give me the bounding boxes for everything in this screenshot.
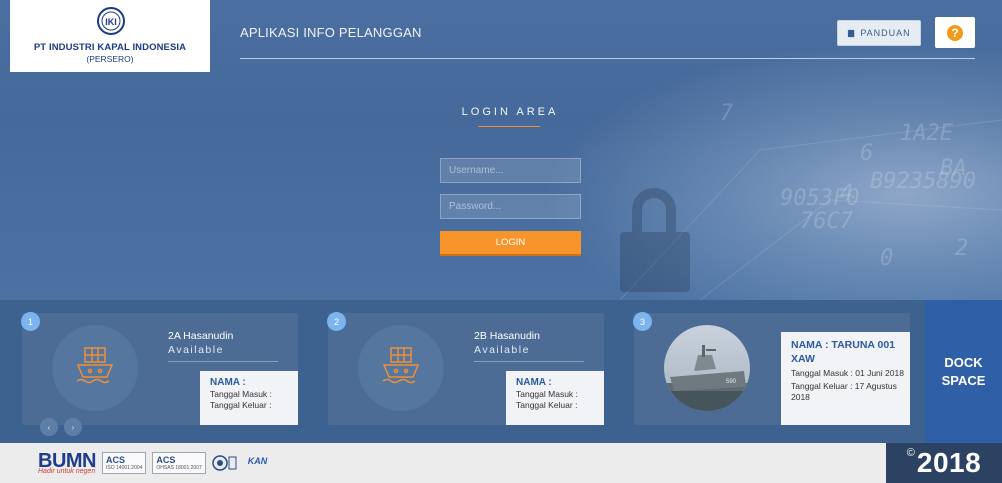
- username-input[interactable]: [440, 158, 581, 183]
- svg-text:0: 0: [880, 246, 893, 271]
- carousel-next-button[interactable]: ›: [64, 418, 82, 436]
- bumn-logo: BUMN Hadir untuk negeri: [38, 449, 97, 475]
- acs-cert-badge-2: ACS OHSAS 18001:2007: [152, 452, 206, 474]
- dock-ship-name: NAMA : TARUNA 001 XAW: [791, 339, 896, 365]
- cert-standard: ISO 14001:2004: [106, 465, 143, 471]
- dock-status-strip: 1 2A Hasanudin Available NAMA : Tanggal: [0, 300, 1002, 443]
- svg-text:590: 590: [726, 379, 737, 385]
- dock-card-number: 2: [327, 312, 346, 331]
- dock-exit-date: Tanggal Keluar : 17 Agustus 2018: [791, 381, 897, 402]
- password-input[interactable]: [440, 194, 581, 219]
- cargo-ship-icon: [76, 347, 114, 384]
- header-divider: [240, 58, 975, 59]
- logo-emblem-text: IKI: [105, 17, 117, 27]
- svg-text:76C7: 76C7: [800, 209, 854, 234]
- cert-standard: OHSAS 18001:2007: [156, 465, 202, 471]
- dock-space-panel[interactable]: DOCK SPACE: [925, 300, 1002, 443]
- dock-info-box: NAMA : Tanggal Masuk : Tanggal Keluar :: [506, 371, 604, 425]
- certification-logos: BUMN Hadir untuk negeri ACS ISO 14001:20…: [38, 450, 267, 476]
- dock-card-number: 3: [633, 312, 652, 331]
- dock-status: Available: [168, 344, 224, 356]
- app-title: APLIKASI INFO PELANGGAN: [240, 25, 422, 40]
- svg-text:BA: BA: [940, 156, 967, 181]
- warship-image: 590: [664, 325, 750, 411]
- login-button[interactable]: LOGIN: [440, 231, 581, 256]
- kan-logo-subtext: [248, 466, 268, 471]
- copyright-symbol: ©: [906, 447, 915, 459]
- company-subtitle: (PERSERO): [86, 54, 134, 64]
- guide-button-label: PANDUAN: [860, 28, 911, 38]
- dock-status: Available: [474, 344, 530, 356]
- dock-exit-date: Tanggal Keluar :: [516, 400, 578, 410]
- svg-text:7: 7: [720, 101, 734, 126]
- dock-ship-name: NAMA :: [516, 377, 552, 388]
- dock-icon-circle: [358, 325, 444, 411]
- ukas-cert-icon: [211, 455, 237, 471]
- carousel-prev-button[interactable]: ‹: [40, 418, 58, 436]
- login-title-underline: [478, 126, 540, 127]
- dock-name: 2B Hasanudin: [474, 330, 540, 342]
- cert-name: ACS: [106, 455, 126, 465]
- dock-icon-circle: [52, 325, 138, 411]
- footer: BUMN Hadir untuk negeri ACS ISO 14001:20…: [0, 443, 1002, 483]
- dock-card-number: 1: [21, 312, 40, 331]
- dock-entry-date: Tanggal Masuk : 01 Juni 2018: [791, 368, 904, 378]
- dock-card-2[interactable]: 2 2B Hasanudin Available NAMA : Tanggal: [327, 312, 604, 425]
- acs-cert-badge-1: ACS ISO 14001:2004: [102, 452, 147, 474]
- carousel-controls: ‹ ›: [40, 418, 82, 436]
- dock-info-box: NAMA : TARUNA 001 XAW Tanggal Masuk : 01…: [781, 332, 910, 425]
- dock-card-3[interactable]: 3 590 NAMA : TARUNA 001 XAW Tanggal Masu…: [633, 312, 910, 425]
- bumn-logo-text: BUMN: [38, 449, 97, 472]
- login-title: LOGIN AREA: [461, 106, 559, 118]
- guide-button[interactable]: PANDUAN: [837, 20, 921, 46]
- dock-status-divider: [474, 361, 584, 362]
- year-panel: © 2018: [886, 443, 1002, 483]
- dock-card-1[interactable]: 1 2A Hasanudin Available NAMA : Tanggal: [21, 312, 298, 425]
- cert-name: ACS: [156, 455, 176, 465]
- dock-space-label-line1: DOCK: [944, 354, 983, 370]
- svg-text:9053F0: 9053F0: [780, 186, 859, 211]
- dock-info-box: NAMA : Tanggal Masuk : Tanggal Keluar :: [200, 371, 298, 425]
- question-icon: ?: [947, 24, 963, 41]
- help-button[interactable]: ?: [935, 17, 975, 48]
- ship-photo: 590: [664, 325, 750, 411]
- svg-text:6: 6: [860, 141, 873, 166]
- company-name: PT INDUSTRI KAPAL INDONESIA: [33, 42, 187, 53]
- svg-text:2: 2: [955, 236, 968, 261]
- dock-entry-date: Tanggal Masuk :: [516, 389, 578, 399]
- cargo-ship-icon: [382, 347, 420, 384]
- dock-space-label-line2: SPACE: [941, 372, 986, 388]
- dock-name: 2A Hasanudin: [168, 330, 234, 342]
- dock-status-divider: [168, 361, 278, 362]
- book-icon: [848, 29, 855, 37]
- kan-logo-text: KAN: [247, 455, 268, 466]
- kan-logo: KAN: [248, 456, 268, 471]
- copyright-year: 2018: [916, 447, 982, 478]
- dock-entry-date: Tanggal Masuk :: [210, 389, 272, 399]
- iki-emblem-icon: IKI: [97, 7, 125, 35]
- dock-ship-name: NAMA :: [210, 377, 246, 388]
- bumn-tagline: Hadir untuk negeri: [38, 467, 96, 475]
- svg-text:1A2E: 1A2E: [900, 121, 954, 146]
- dock-exit-date: Tanggal Keluar :: [210, 400, 272, 410]
- company-logo: IKI PT INDUSTRI KAPAL INDONESIA (PERSERO…: [10, 0, 210, 72]
